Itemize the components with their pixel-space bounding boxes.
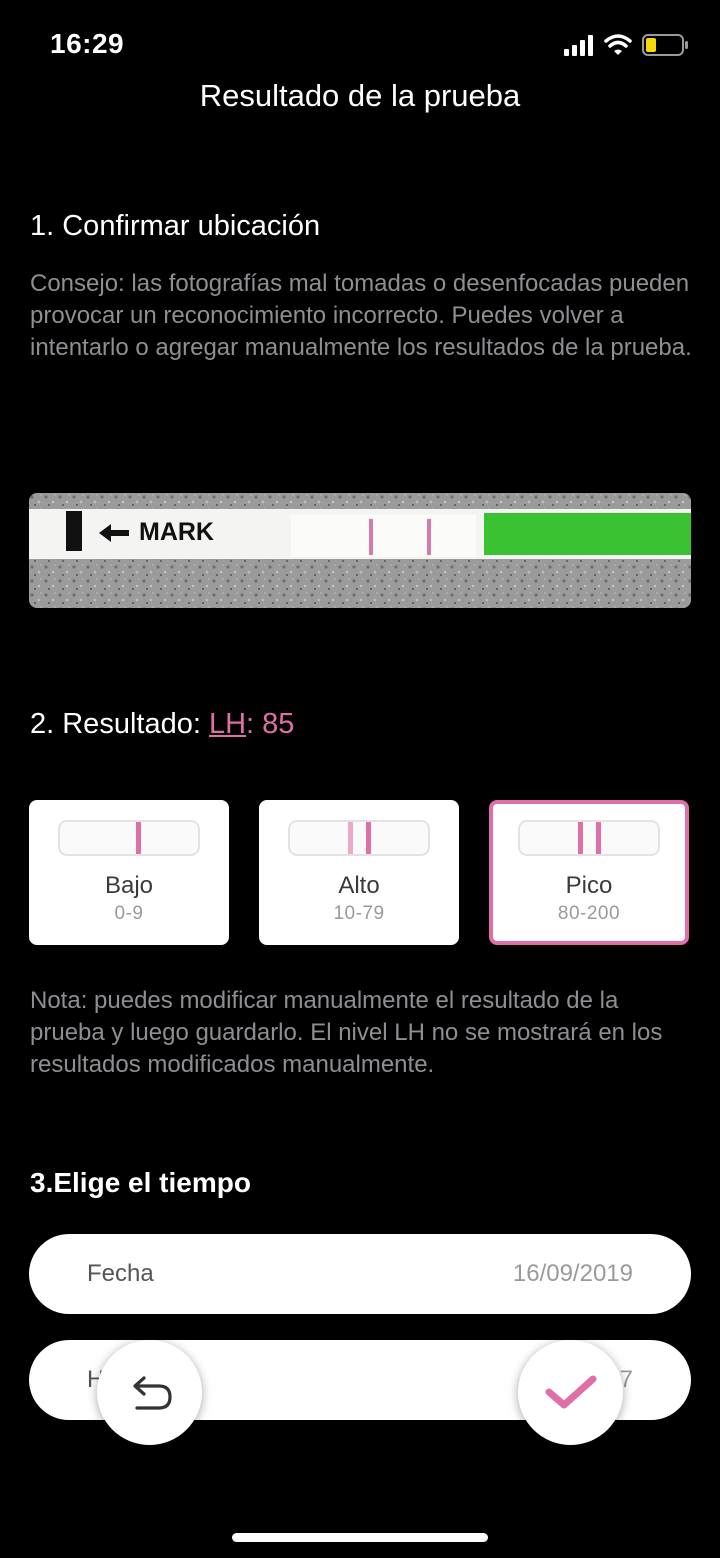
strip-mark-label: MARK (139, 518, 214, 546)
undo-icon (133, 1376, 172, 1410)
section-time-title: 3.Elige el tiempo (30, 1167, 251, 1198)
confirm-button[interactable] (518, 1340, 623, 1445)
strip-icon-peak (518, 820, 660, 856)
home-indicator[interactable] (232, 1533, 488, 1542)
date-row[interactable]: Fecha 16/09/2019 (29, 1234, 691, 1314)
tip-text: Consejo: las fotografías mal tomadas o d… (30, 270, 692, 361)
battery-icon (642, 34, 688, 56)
lh-link[interactable]: LH (209, 708, 246, 740)
section-result-title: 2. Resultado: LH: 85 (30, 708, 294, 741)
level-card-bajo[interactable]: Bajo 0-9 (29, 800, 229, 945)
page-title: Resultado de la prueba (199, 78, 521, 113)
undo-button[interactable] (97, 1340, 202, 1445)
check-icon (545, 1375, 597, 1409)
level-label: Bajo (104, 872, 154, 899)
section-location-title: 1. Confirmar ubicación (30, 210, 321, 242)
level-card-pico[interactable]: Pico 80-200 (489, 800, 689, 945)
status-time: 16:29 (50, 28, 125, 59)
date-label: Fecha (87, 1260, 154, 1287)
strip-icon-low (58, 820, 200, 856)
result-label: 2. Resultado: (30, 708, 209, 740)
lh-value: : 85 (246, 708, 295, 740)
status-bar: 16:29 (0, 0, 720, 90)
level-range: 10-79 (333, 903, 385, 924)
date-value: 16/09/2019 (512, 1260, 633, 1287)
level-range: 80-200 (557, 903, 621, 924)
level-label: Pico (565, 872, 613, 899)
strip-icon-high (288, 820, 430, 856)
wifi-icon (604, 34, 632, 55)
level-card-alto[interactable]: Alto 10-79 (259, 800, 459, 945)
test-strip-photo: MARK (29, 493, 691, 608)
level-range: 0-9 (114, 903, 144, 924)
note-text: Nota: puedes modificar manualmente el re… (30, 987, 663, 1078)
signal-icon (564, 34, 688, 56)
status-icons (560, 32, 690, 58)
level-label: Alto (338, 872, 380, 899)
